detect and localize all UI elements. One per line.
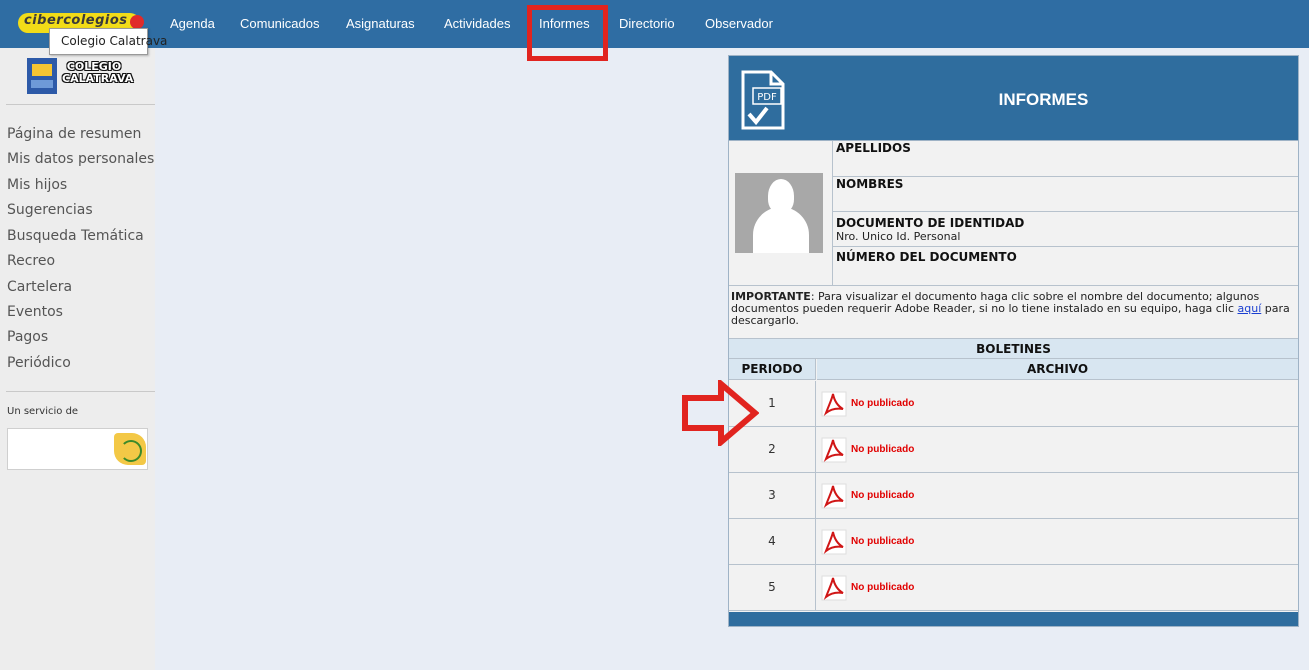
sidebar-item-resumen[interactable]: Página de resumen bbox=[7, 126, 141, 142]
school-crest-icon bbox=[27, 58, 57, 94]
adobe-pdf-icon bbox=[821, 575, 847, 601]
important-notice: IMPORTANTE: Para visualizar el documento… bbox=[729, 285, 1298, 338]
documento-label: DOCUMENTO DE IDENTIDAD bbox=[836, 216, 1025, 230]
status-no-publicado: No publicado bbox=[851, 582, 915, 593]
sidebar-item-pagos[interactable]: Pagos bbox=[7, 329, 48, 345]
status-no-publicado: No publicado bbox=[851, 490, 915, 501]
panel-title: INFORMES bbox=[998, 90, 1089, 109]
logo-text: cibercolegios bbox=[24, 13, 128, 28]
column-header-archivo: ARCHIVO bbox=[817, 359, 1298, 380]
service-label: Un servicio de bbox=[7, 406, 79, 417]
column-header-periodo: PERIODO bbox=[729, 359, 816, 380]
sidebar-divider bbox=[6, 391, 155, 392]
sidebar-item-busqueda[interactable]: Busqueda Temática bbox=[7, 228, 144, 244]
student-info: APELLIDOS NOMBRES DOCUMENTO DE IDENTIDAD… bbox=[729, 141, 1298, 285]
adobe-pdf-icon bbox=[821, 437, 847, 463]
sidebar-item-cartelera[interactable]: Cartelera bbox=[7, 279, 72, 295]
field-apellidos: APELLIDOS bbox=[833, 141, 1298, 177]
notice-text: : Para visualizar el documento haga clic… bbox=[731, 290, 1260, 315]
red-arrow-annotation bbox=[682, 380, 759, 446]
table-row: 1 No publicado bbox=[729, 381, 1298, 427]
period-number: 4 bbox=[729, 519, 816, 564]
period-number: 5 bbox=[729, 565, 816, 610]
nav-observador[interactable]: Observador bbox=[705, 16, 773, 31]
field-documento: DOCUMENTO DE IDENTIDAD Nro. Unico Id. Pe… bbox=[833, 212, 1298, 247]
nombres-label: NOMBRES bbox=[836, 177, 904, 191]
adobe-pdf-icon bbox=[821, 529, 847, 555]
top-nav-bar: cibercolegios Agenda Comunicados Asignat… bbox=[0, 0, 1309, 48]
table-row: 2 No publicado bbox=[729, 427, 1298, 473]
photo-cell bbox=[729, 141, 833, 285]
nav-actividades[interactable]: Actividades bbox=[444, 16, 510, 31]
table-row: 4 No publicado bbox=[729, 519, 1298, 565]
informes-panel: PDF INFORMES APELLIDOS NOMBRES DOCUMENTO… bbox=[728, 55, 1299, 627]
status-no-publicado: No publicado bbox=[851, 398, 915, 409]
sidebar-item-hijos[interactable]: Mis hijos bbox=[7, 177, 67, 193]
nav-asignaturas[interactable]: Asignaturas bbox=[346, 16, 415, 31]
status-no-publicado: No publicado bbox=[851, 444, 915, 455]
table-row: 5 No publicado bbox=[729, 565, 1298, 611]
sidebar-item-periodico[interactable]: Periódico bbox=[7, 355, 71, 371]
panel-footer bbox=[729, 612, 1298, 626]
panel-header: PDF INFORMES bbox=[729, 56, 1298, 141]
status-no-publicado: No publicado bbox=[851, 536, 915, 547]
school-name: COLEGIO CALATRAVA bbox=[62, 60, 134, 85]
informes-highlight-box bbox=[527, 5, 608, 61]
numero-label: NÚMERO DEL DOCUMENTO bbox=[836, 250, 1017, 264]
apellidos-label: APELLIDOS bbox=[836, 141, 911, 155]
sidebar-divider bbox=[6, 104, 155, 105]
sidebar-item-recreo[interactable]: Recreo bbox=[7, 253, 55, 269]
sidebar-item-eventos[interactable]: Eventos bbox=[7, 304, 63, 320]
student-photo bbox=[735, 173, 823, 253]
adobe-download-link[interactable]: aquí bbox=[1238, 302, 1262, 315]
sidebar-item-sugerencias[interactable]: Sugerencias bbox=[7, 202, 93, 218]
documento-value: Nro. Unico Id. Personal bbox=[836, 230, 961, 243]
provider-logo-icon bbox=[114, 433, 146, 465]
adobe-pdf-icon bbox=[821, 391, 847, 417]
sidebar-item-datos-personales[interactable]: Mis datos personales bbox=[7, 151, 154, 167]
boletines-title: BOLETINES bbox=[729, 338, 1298, 359]
table-row: 3 No publicado bbox=[729, 473, 1298, 519]
nav-comunicados[interactable]: Comunicados bbox=[240, 16, 320, 31]
field-numero: NÚMERO DEL DOCUMENTO bbox=[833, 247, 1298, 285]
period-number: 3 bbox=[729, 473, 816, 518]
nav-agenda[interactable]: Agenda bbox=[170, 16, 215, 31]
adobe-pdf-icon bbox=[821, 483, 847, 509]
field-nombres: NOMBRES bbox=[833, 177, 1298, 212]
logo-dot-icon bbox=[130, 15, 144, 29]
school-tooltip: Colegio Calatrava bbox=[49, 28, 167, 55]
nav-directorio[interactable]: Directorio bbox=[619, 16, 675, 31]
